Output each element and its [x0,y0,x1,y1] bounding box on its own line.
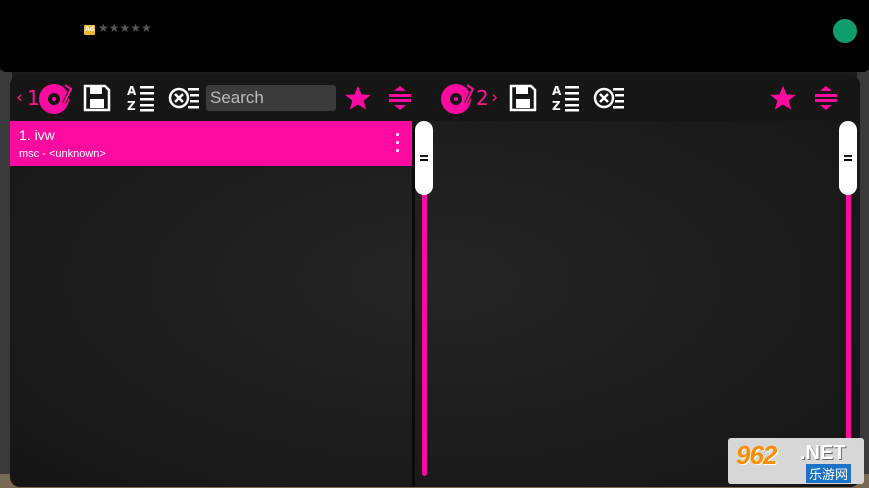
deck-number-right: 2 [476,86,489,110]
ad-badge: Ad [84,25,95,35]
deck-next-arrow[interactable]: › [491,87,498,108]
watermark-logo: 962 .NET 乐游网 [728,438,864,484]
toolbar: ‹ 1 A Z Search 2 › A Z [10,75,860,121]
svg-text:A: A [127,84,137,98]
scrollbar-left[interactable] [415,121,435,479]
playlist-left: 1. ivw msc - <unknown> [10,121,412,487]
track-subtitle: msc - <unknown> [19,148,106,160]
deck-prev-arrow[interactable]: ‹ [16,87,23,108]
svg-text:Z: Z [127,99,136,113]
watermark-suffix: .NET [800,442,846,464]
search-input[interactable] [206,85,336,111]
clear-list-icon[interactable] [168,84,200,112]
turntable-icon[interactable] [38,81,74,117]
save-icon-right[interactable] [508,83,538,113]
track-title: 1. ivw [19,127,55,143]
watermark-number: 962 [736,440,777,470]
svg-text:A: A [552,84,562,98]
ad-rating-stars: ★★★★★ [98,21,152,35]
favorite-star-icon-left[interactable] [343,83,373,113]
ad-banner[interactable]: Ad ★★★★★ [0,0,869,72]
save-icon[interactable] [82,83,112,113]
sort-az-icon-right[interactable]: A Z [551,83,581,113]
more-options-icon[interactable] [396,133,400,153]
scrollbar-handle-left[interactable] [415,121,433,195]
scrollbar-right[interactable] [839,121,859,479]
expand-collapse-icon-right[interactable] [813,85,839,111]
favorite-star-icon-right[interactable] [768,83,798,113]
expand-collapse-icon-left[interactable] [387,85,413,111]
clear-list-icon-right[interactable] [593,84,625,112]
ad-action-button[interactable] [833,19,857,43]
sort-az-icon[interactable]: A Z [126,83,156,113]
watermark-cn: 乐游网 [806,464,852,483]
turntable-icon-right[interactable] [440,81,476,117]
playlist-panel: ‹ 1 A Z Search 2 › A Z 1. ivw msc - <unk… [10,75,860,487]
list-item[interactable]: 1. ivw msc - <unknown> [10,121,412,166]
svg-text:Z: Z [552,99,561,113]
scrollbar-handle-right[interactable] [839,121,857,195]
